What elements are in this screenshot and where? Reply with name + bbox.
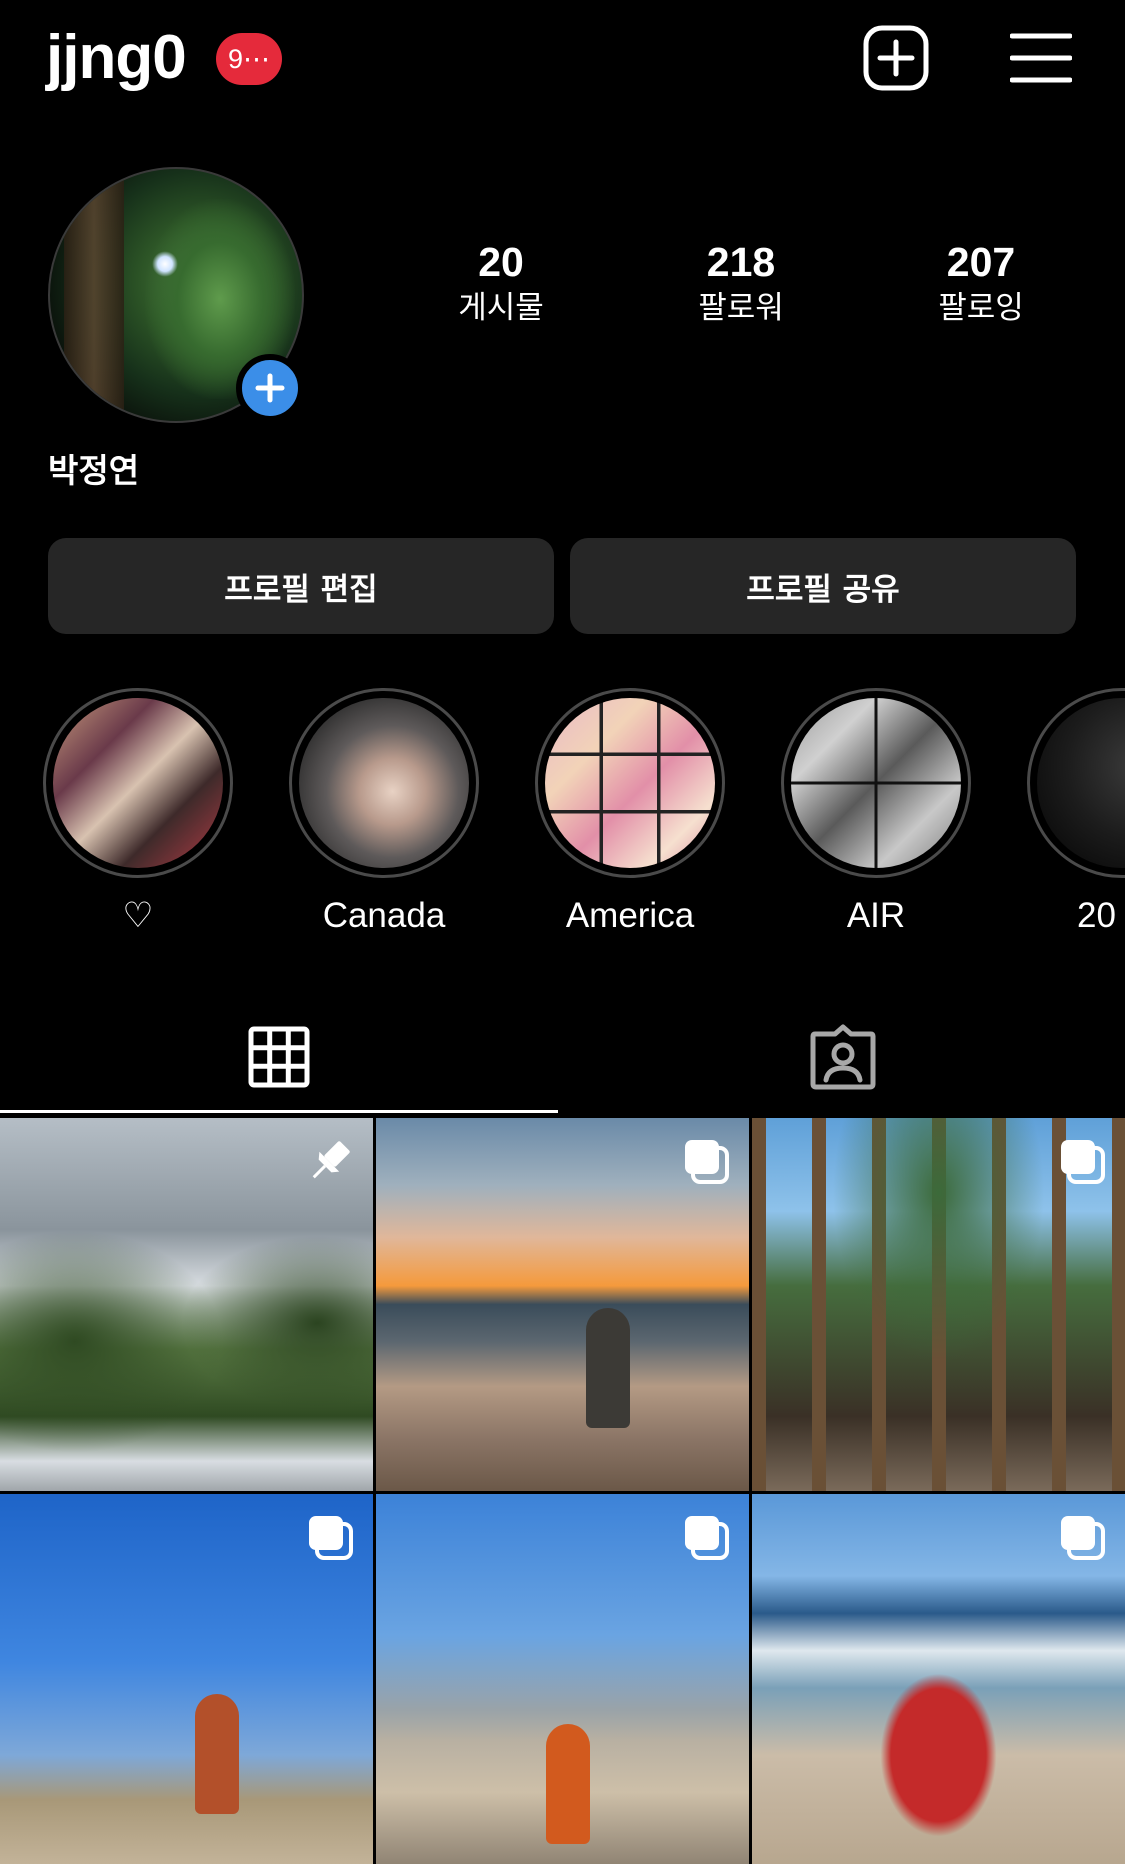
- tagged-person-icon: [810, 1024, 876, 1090]
- following-count[interactable]: 207 팔로잉: [891, 238, 1071, 328]
- highlight-label: Canada: [322, 896, 446, 935]
- post-thumbnail[interactable]: [376, 1494, 749, 1864]
- menu-button[interactable]: [1009, 32, 1073, 84]
- hamburger-menu-icon: [1009, 33, 1073, 83]
- multiple-photos-icon: [309, 1516, 353, 1560]
- post-thumbnail[interactable]: [0, 1118, 373, 1491]
- highlight-ring: [43, 688, 233, 878]
- story-highlight[interactable]: AIR: [781, 688, 971, 936]
- tab-posts-grid[interactable]: [0, 1000, 558, 1114]
- highlight-cover: [299, 698, 469, 868]
- highlight-cover: [791, 698, 961, 868]
- post-thumbnail[interactable]: [0, 1494, 373, 1864]
- profile-page: jjng0 9⋯ 20 게시물 218 팔로워 207 팔로잉 박정연 프로필 …: [0, 0, 1125, 1864]
- story-highlight[interactable]: Canada: [289, 688, 479, 936]
- highlight-cover: [1037, 698, 1125, 868]
- create-post-button[interactable]: [862, 24, 930, 92]
- tab-tagged[interactable]: [564, 1000, 1122, 1114]
- stat-value: 207: [946, 239, 1016, 285]
- story-highlight[interactable]: 20: [1027, 688, 1125, 936]
- highlight-label: ♡: [122, 896, 154, 935]
- followers-count[interactable]: 218 팔로워: [651, 238, 831, 328]
- plus-square-icon: [863, 25, 929, 91]
- multiple-photos-icon: [1061, 1516, 1105, 1560]
- share-profile-button[interactable]: 프로필 공유: [570, 538, 1076, 634]
- grid-icon: [248, 1026, 310, 1088]
- post-thumbnail[interactable]: [752, 1494, 1125, 1864]
- stat-value: 20: [478, 239, 524, 285]
- post-thumbnail[interactable]: [752, 1118, 1125, 1491]
- post-thumbnail[interactable]: [376, 1118, 749, 1491]
- stat-label: 팔로워: [698, 290, 784, 326]
- highlight-cover: [545, 698, 715, 868]
- story-highlight[interactable]: America: [535, 688, 725, 936]
- notification-badge[interactable]: 9⋯: [216, 33, 282, 85]
- person-silhouette: [546, 1724, 590, 1844]
- multiple-photos-icon: [685, 1516, 729, 1560]
- highlight-label: 20: [1077, 896, 1116, 935]
- stat-label: 팔로잉: [938, 290, 1024, 326]
- highlight-ring: [781, 688, 971, 878]
- avatar-photo-detail: [64, 169, 124, 421]
- multiple-photos-icon: [1061, 1140, 1105, 1184]
- stat-value: 218: [706, 239, 776, 285]
- add-story-button[interactable]: [236, 354, 304, 422]
- person-silhouette: [586, 1308, 630, 1428]
- highlight-label: America: [565, 896, 695, 935]
- plus-icon: [255, 373, 285, 403]
- highlight-ring: [535, 688, 725, 878]
- active-tab-indicator: [0, 1110, 558, 1113]
- person-silhouette: [195, 1694, 239, 1814]
- highlight-cover: [53, 698, 223, 868]
- edit-profile-button[interactable]: 프로필 편집: [48, 538, 554, 634]
- top-bar: jjng0 9⋯: [0, 0, 1125, 118]
- multiple-photos-icon: [685, 1140, 729, 1184]
- avatar-photo-detail: [152, 251, 178, 277]
- display-name: 박정연: [48, 451, 140, 490]
- story-highlight[interactable]: ♡: [43, 688, 233, 936]
- posts-count[interactable]: 20 게시물: [411, 238, 591, 328]
- highlight-ring: [1027, 688, 1125, 878]
- highlight-label: AIR: [846, 896, 906, 935]
- stat-label: 게시물: [458, 290, 544, 326]
- pin-icon: [312, 1141, 350, 1179]
- username-title[interactable]: jjng0: [46, 22, 187, 93]
- highlight-ring: [289, 688, 479, 878]
